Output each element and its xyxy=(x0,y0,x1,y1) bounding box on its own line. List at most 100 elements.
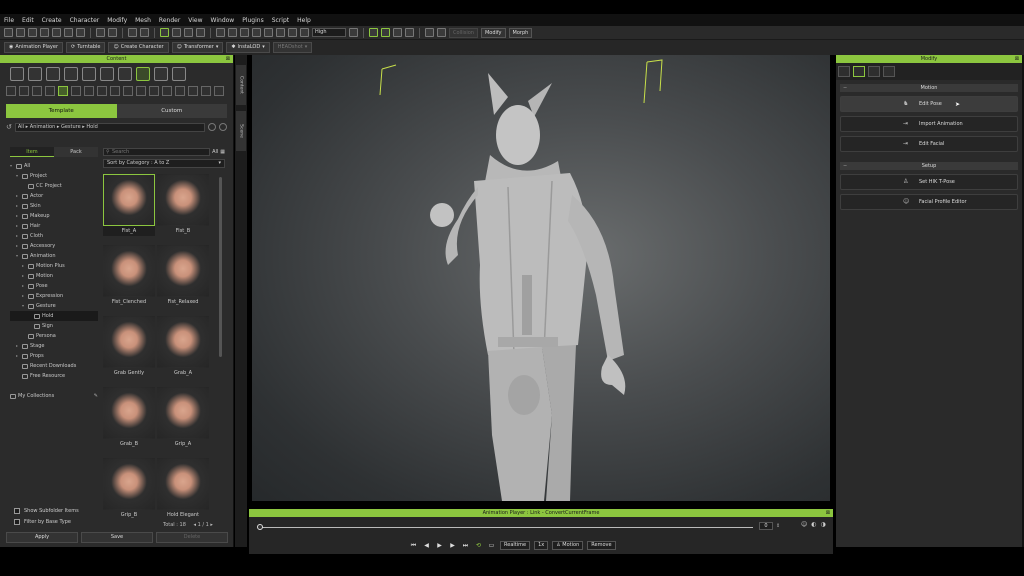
skin-category-icon[interactable] xyxy=(46,67,60,81)
setup-section-header[interactable]: − Setup xyxy=(840,162,1018,170)
loop-icon[interactable]: ⟲ xyxy=(474,541,483,550)
create-character-button[interactable]: ☺ Create Character xyxy=(108,42,169,53)
tree-item-hair[interactable]: ▸ Hair xyxy=(10,221,98,231)
menu-item-mesh[interactable]: Mesh xyxy=(135,17,151,24)
accessory-category-icon[interactable] xyxy=(118,67,132,81)
gesture-thumbnail[interactable]: Fist_Relaxed xyxy=(157,245,209,307)
save-file-icon[interactable] xyxy=(28,28,37,37)
expand-toggle-icon[interactable]: ▸ xyxy=(22,261,26,271)
expand-toggle-icon[interactable]: ▸ xyxy=(16,231,20,241)
expand-toggle-icon[interactable]: ▸ xyxy=(16,191,20,201)
save-button[interactable]: Save xyxy=(81,532,153,543)
tab-scene-side[interactable]: Scene xyxy=(236,111,246,151)
gesture-thumbnail[interactable]: Grab Gently xyxy=(103,316,155,378)
tab-pack[interactable]: Pack xyxy=(54,147,98,157)
options-icon[interactable] xyxy=(219,123,227,131)
go-to-start-icon[interactable]: ⏮ xyxy=(409,541,418,550)
hair-category-icon[interactable] xyxy=(82,67,96,81)
tree-item-motion-plus[interactable]: ▸ Motion Plus xyxy=(10,261,98,271)
view-persp-icon[interactable] xyxy=(264,28,273,37)
tab-template[interactable]: Template xyxy=(6,104,117,118)
checkbox[interactable] xyxy=(14,518,20,525)
frame-stepper-icon[interactable]: ⇕ xyxy=(776,523,780,529)
realtime-select[interactable]: Realtime xyxy=(500,540,531,550)
send-icon[interactable] xyxy=(96,28,105,37)
onion-skin-icon[interactable]: ☺ xyxy=(801,521,807,528)
tab-content-side[interactable]: Content xyxy=(236,65,246,105)
breadcrumb-segment[interactable]: Gesture xyxy=(61,124,81,130)
menu-item-file[interactable]: File xyxy=(4,17,14,24)
tree-item-skin[interactable]: ▸ Skin xyxy=(10,201,98,211)
tree-item-pose[interactable]: ▸ Pose xyxy=(10,281,98,291)
gesture-thumbnail[interactable]: Grip_B xyxy=(103,458,155,520)
remove-button[interactable]: Remove xyxy=(587,540,616,550)
tree-item-stage[interactable]: ▸ Stage xyxy=(10,341,98,351)
timeline-slider[interactable] xyxy=(257,523,753,531)
menu-item-edit[interactable]: Edit xyxy=(22,17,34,24)
export-obj-icon[interactable] xyxy=(76,28,85,37)
attribute-tab-icon[interactable] xyxy=(838,66,850,77)
delete-button[interactable]: Delete xyxy=(156,532,228,543)
material-tab-icon[interactable] xyxy=(868,66,880,77)
breadcrumb-segment[interactable]: Hold xyxy=(86,124,97,130)
undo-icon[interactable] xyxy=(128,28,137,37)
gesture-thumbnail[interactable]: Fist_B xyxy=(157,174,209,236)
checkbox[interactable] xyxy=(14,507,20,514)
tree-item-cloth[interactable]: ▸ Cloth xyxy=(10,231,98,241)
turntable-button[interactable]: ⟳ Turntable xyxy=(66,42,106,53)
expression-icon[interactable] xyxy=(45,86,55,96)
camera-switch-icon[interactable]: ◐ xyxy=(811,521,816,528)
tree-item-animation[interactable]: ▾ Animation xyxy=(10,251,98,261)
gesture-thumbnail[interactable]: Grip_A xyxy=(157,387,209,449)
animation-player-button[interactable]: ◉ Animation Player xyxy=(4,42,64,53)
open-file-icon[interactable] xyxy=(16,28,25,37)
tree-item-accessory[interactable]: ▸ Accessory xyxy=(10,241,98,251)
back-icon[interactable]: ↺ xyxy=(6,123,12,131)
tree-item-sign[interactable]: Sign xyxy=(10,321,98,331)
filter-icon[interactable]: ▦ xyxy=(220,149,225,155)
select-tool-icon[interactable] xyxy=(160,28,169,37)
menu-item-script[interactable]: Script xyxy=(272,17,289,24)
quality-select[interactable]: High xyxy=(312,28,346,37)
tab-custom[interactable]: Custom xyxy=(116,104,227,118)
facial-profile-editor-button[interactable]: ☺ Facial Profile Editor xyxy=(840,194,1018,210)
menu-item-view[interactable]: View xyxy=(188,17,202,24)
wireframe-icon[interactable] xyxy=(276,28,285,37)
menu-item-character[interactable]: Character xyxy=(70,17,100,24)
send-iclone-icon[interactable] xyxy=(108,28,117,37)
view-front-icon[interactable] xyxy=(228,28,237,37)
search-input[interactable]: ⚲ Search xyxy=(103,147,211,156)
tree-item-hold[interactable]: Hold xyxy=(10,311,98,321)
gesture-thumbnail[interactable]: Grab_B xyxy=(103,387,155,449)
view-side-icon[interactable] xyxy=(240,28,249,37)
import-icon[interactable] xyxy=(40,28,49,37)
redo-icon[interactable] xyxy=(140,28,149,37)
apply-button[interactable]: Apply xyxy=(6,532,78,543)
pose-icon[interactable] xyxy=(32,86,42,96)
animation-category-icon[interactable] xyxy=(136,67,150,81)
frame-input[interactable]: 0 xyxy=(759,522,773,530)
expand-toggle-icon[interactable]: ▸ xyxy=(16,351,20,361)
gesture-icon[interactable] xyxy=(58,86,68,96)
menu-item-plugins[interactable]: Plugins xyxy=(242,17,264,24)
expand-toggle-icon[interactable]: ▸ xyxy=(22,281,26,291)
my-collections[interactable]: My Collections ✎ xyxy=(10,391,98,401)
motion-button[interactable]: ♙ Motion xyxy=(552,540,584,550)
expand-toggle-icon[interactable]: ▸ xyxy=(22,291,26,301)
tree-item-cc-project[interactable]: CC Project xyxy=(10,181,98,191)
stage-category-icon[interactable] xyxy=(154,67,168,81)
pick-icon[interactable] xyxy=(393,28,402,37)
motion-tab-icon[interactable] xyxy=(853,66,865,77)
menu-item-render[interactable]: Render xyxy=(159,17,180,24)
menu-item-modify[interactable]: Modify xyxy=(107,17,127,24)
character-model[interactable] xyxy=(252,55,830,501)
tree-item-recent-downloads[interactable]: Recent Downloads xyxy=(10,361,98,371)
tree-item-project[interactable]: ▾ Project xyxy=(10,171,98,181)
move-tool-icon[interactable] xyxy=(172,28,181,37)
gesture-thumbnail[interactable]: Fist_A xyxy=(103,174,155,236)
tree-item-all[interactable]: ▾ All xyxy=(10,161,98,171)
expand-toggle-icon[interactable]: ▸ xyxy=(16,341,20,351)
expand-toggle-icon[interactable]: ▸ xyxy=(16,201,20,211)
close-icon[interactable]: ⊠ xyxy=(826,509,830,517)
edit-facial-button[interactable]: ⇥ Edit Facial xyxy=(840,136,1018,152)
